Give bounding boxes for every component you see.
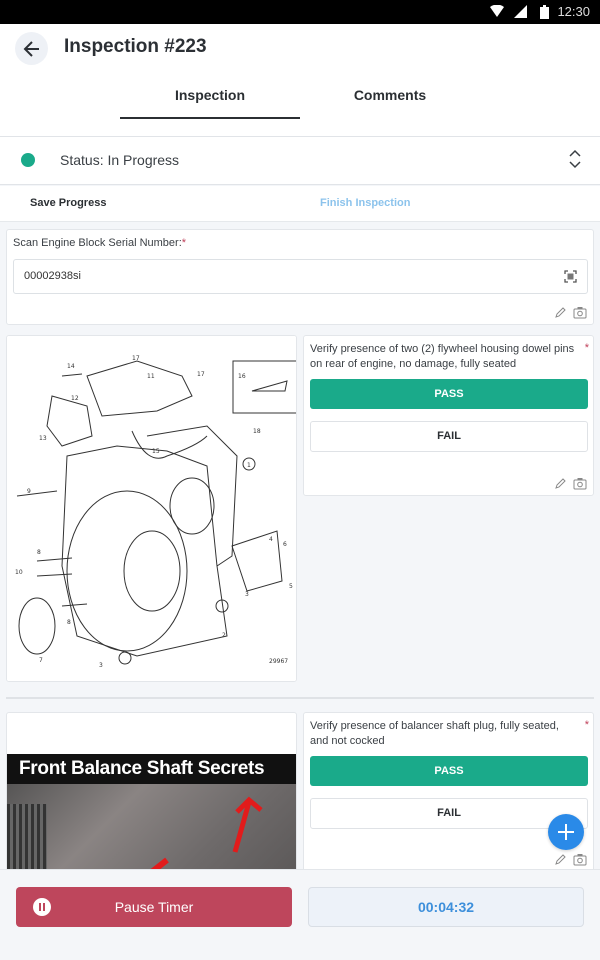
serial-number-value: 00002938si xyxy=(24,270,81,282)
checklist-item-text: Verify presence of two (2) flywheel hous… xyxy=(310,343,575,370)
active-tab-indicator xyxy=(120,117,300,119)
required-marker: * xyxy=(584,342,589,354)
checklist-item-card: Verify presence of balancer shaft plug, … xyxy=(303,712,594,872)
video-caption: Front Balance Shaft Secrets xyxy=(19,758,265,779)
card-tools xyxy=(554,477,587,490)
part-label: 8 xyxy=(37,549,41,556)
part-label: 6 xyxy=(283,541,287,548)
pause-timer-label: Pause Timer xyxy=(114,899,194,915)
serial-number-input[interactable]: 00002938si xyxy=(13,259,588,294)
part-label: 17 xyxy=(197,371,205,378)
part-label: 8 xyxy=(67,619,71,626)
part-label: 2 xyxy=(222,632,226,639)
pencil-icon[interactable] xyxy=(554,853,567,866)
plus-icon xyxy=(558,824,574,840)
arrow-left-icon xyxy=(23,40,39,57)
part-label: 3 xyxy=(245,591,249,598)
back-button[interactable] xyxy=(15,32,48,65)
fail-button[interactable]: FAIL xyxy=(310,798,588,829)
fail-button[interactable]: FAIL xyxy=(310,421,588,452)
barcode-scan-icon[interactable] xyxy=(564,270,577,283)
red-arrow-icon xyxy=(232,796,263,853)
chevron-up-down-icon[interactable] xyxy=(568,149,582,169)
part-label: 12 xyxy=(71,395,79,402)
part-label: 16 xyxy=(238,373,246,380)
pause-timer-button[interactable]: Pause Timer xyxy=(16,887,292,927)
system-status-bar: 12:30 xyxy=(0,0,600,24)
part-label: 9 xyxy=(27,488,31,495)
part-label: 14 xyxy=(67,363,75,370)
required-marker: * xyxy=(181,237,187,249)
action-bar: Save Progress Finish Inspection xyxy=(0,186,600,222)
status-indicator-dot xyxy=(21,153,35,167)
finish-inspection-button[interactable]: Finish Inspection xyxy=(320,197,410,209)
part-label: 17 xyxy=(132,355,140,362)
wifi-icon xyxy=(490,5,504,17)
pencil-icon[interactable] xyxy=(554,306,567,319)
part-label: 11 xyxy=(147,373,155,380)
serial-number-card: Scan Engine Block Serial Number:* 000029… xyxy=(6,229,594,325)
page-title: Inspection #223 xyxy=(64,36,207,57)
serial-field-label: Scan Engine Block Serial Number:* xyxy=(13,237,187,249)
video-thumbnail[interactable]: Front Balance Shaft Secrets xyxy=(6,712,297,872)
camera-icon[interactable] xyxy=(573,477,587,490)
clock: 12:30 xyxy=(557,4,590,19)
figure-number: 29967 xyxy=(269,658,288,665)
timer-bar: Pause Timer 00:04:32 xyxy=(0,869,600,960)
checklist-item-text: Verify presence of balancer shaft plug, … xyxy=(310,720,559,747)
parts-diagram-image[interactable]: 1 2 3 3 4 5 6 7 8 8 9 10 11 12 13 14 15 … xyxy=(6,335,297,682)
pass-button[interactable]: PASS xyxy=(310,756,588,786)
tab-inspection[interactable]: Inspection xyxy=(120,87,300,103)
part-label: 13 xyxy=(39,435,47,442)
app-header: Inspection #223 Inspection Comments xyxy=(0,24,600,136)
status-label: Status: In Progress xyxy=(60,152,180,168)
elapsed-timer: 00:04:32 xyxy=(308,887,584,927)
part-label: 5 xyxy=(289,583,293,590)
flywheel-housing-diagram: 1 2 3 3 4 5 6 7 8 8 9 10 11 12 13 14 15 … xyxy=(7,336,296,681)
part-label: 4 xyxy=(269,536,273,543)
pencil-icon[interactable] xyxy=(554,477,567,490)
pass-button[interactable]: PASS xyxy=(310,379,588,409)
card-tools xyxy=(554,306,587,319)
part-label: 15 xyxy=(152,448,160,455)
card-tools xyxy=(554,853,587,866)
camera-icon[interactable] xyxy=(573,853,587,866)
section-divider xyxy=(6,697,594,699)
part-label: 1 xyxy=(247,462,251,469)
gear-graphic xyxy=(7,804,47,871)
checklist-item-card: Verify presence of two (2) flywheel hous… xyxy=(303,335,594,496)
camera-icon[interactable] xyxy=(573,306,587,319)
video-frame: Front Balance Shaft Secrets xyxy=(7,754,296,871)
part-label: 18 xyxy=(253,428,261,435)
battery-icon xyxy=(540,5,549,19)
add-fab-button[interactable] xyxy=(548,814,584,850)
pause-icon xyxy=(33,898,51,916)
part-label: 3 xyxy=(99,662,103,669)
signal-icon xyxy=(514,5,527,18)
tab-comments[interactable]: Comments xyxy=(300,87,480,103)
save-progress-button[interactable]: Save Progress xyxy=(30,197,106,209)
part-label: 7 xyxy=(39,657,43,664)
part-label: 10 xyxy=(15,569,23,576)
required-marker: * xyxy=(584,719,589,731)
status-selector[interactable]: Status: In Progress xyxy=(0,136,600,185)
